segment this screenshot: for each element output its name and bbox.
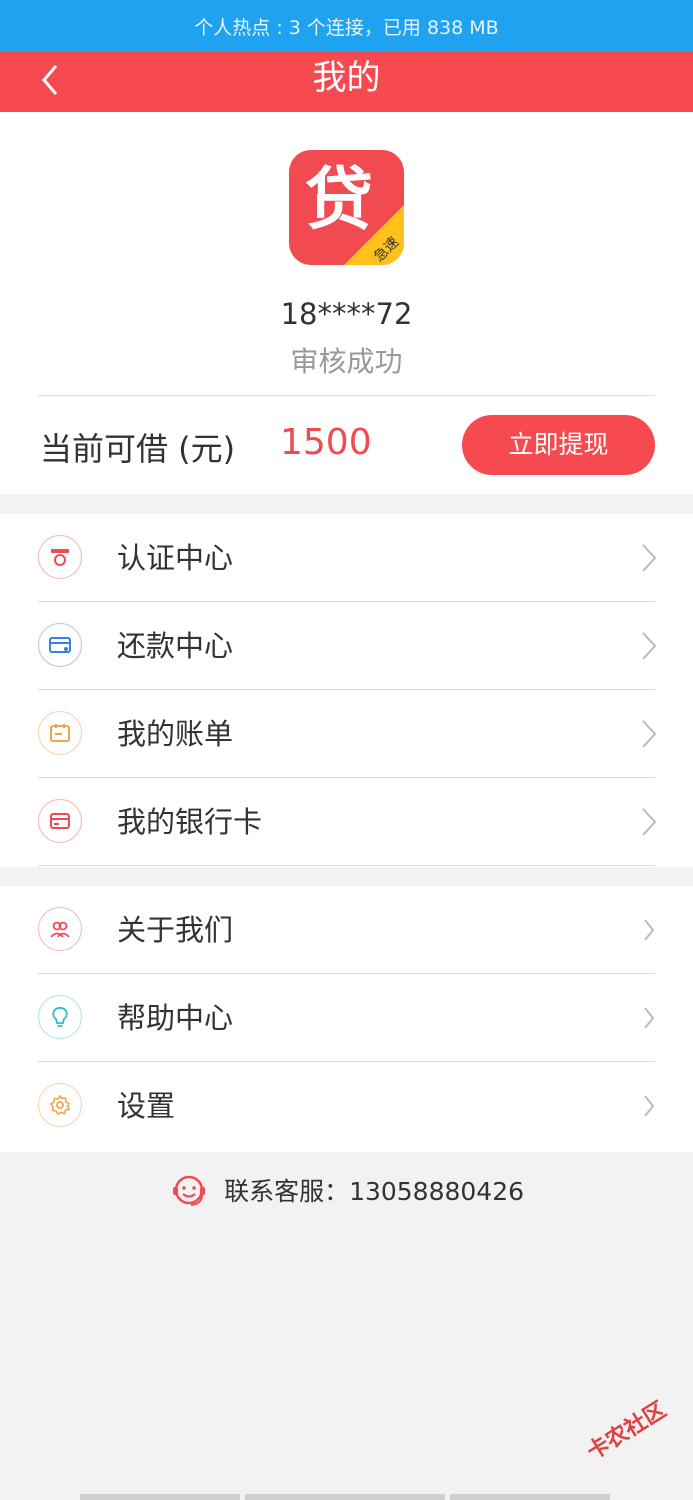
chevron-right-icon bbox=[642, 808, 657, 836]
chevron-right-icon bbox=[642, 632, 657, 660]
settings-icon bbox=[38, 1083, 82, 1127]
chevron-right-icon bbox=[642, 544, 657, 572]
chevron-right-icon bbox=[644, 919, 655, 941]
review-status: 审核成功 bbox=[290, 345, 403, 378]
top-nav-bar: 我的 bbox=[0, 52, 693, 112]
user-phone: 18****72 bbox=[280, 297, 413, 331]
app-logo: 贷 急速 bbox=[289, 150, 404, 265]
menu-group-account: 认证中心 还款中心 我的账单 我的银行卡 bbox=[0, 514, 693, 867]
contact-service[interactable]: 联系客服：13058880426 bbox=[0, 1170, 693, 1216]
certification-icon bbox=[38, 535, 82, 579]
borrow-limit-amount: 1500 bbox=[280, 422, 372, 463]
menu-item-bill[interactable]: 我的账单 bbox=[0, 690, 693, 778]
menu-item-settings[interactable]: 设置 bbox=[0, 1062, 693, 1150]
menu-item-certification[interactable]: 认证中心 bbox=[0, 514, 693, 602]
chevron-right-icon bbox=[642, 720, 657, 748]
borrow-limit-label: 当前可借 (元) bbox=[40, 430, 236, 468]
page-title: 我的 bbox=[312, 58, 381, 98]
menu-item-label: 关于我们 bbox=[117, 913, 234, 947]
repayment-icon bbox=[38, 623, 82, 667]
menu-item-about-us[interactable]: 关于我们 bbox=[0, 886, 693, 974]
bottom-strip bbox=[450, 1494, 610, 1500]
menu-item-label: 还款中心 bbox=[117, 629, 234, 663]
watermark: 卡农社区 bbox=[580, 1386, 693, 1490]
menu-item-help[interactable]: 帮助中心 bbox=[0, 974, 693, 1062]
bank-card-icon bbox=[38, 799, 82, 843]
menu-item-label: 我的账单 bbox=[117, 717, 234, 751]
contact-text: 联系客服：13058880426 bbox=[224, 1177, 525, 1206]
menu-item-repayment[interactable]: 还款中心 bbox=[0, 602, 693, 690]
divider bbox=[38, 395, 655, 396]
chevron-right-icon bbox=[644, 1095, 655, 1117]
bottom-strip bbox=[245, 1494, 445, 1500]
menu-group-general: 关于我们 帮助中心 设置 bbox=[0, 886, 693, 1152]
hotspot-status-bar: 个人热点 : 3 个连接，已用 838 MB bbox=[0, 0, 693, 52]
customer-service-icon bbox=[172, 1175, 205, 1206]
hotspot-status-text: 个人热点 : 3 个连接，已用 838 MB bbox=[194, 17, 499, 39]
menu-item-label: 帮助中心 bbox=[117, 1001, 234, 1035]
about-us-icon bbox=[38, 907, 82, 951]
menu-item-label: 设置 bbox=[117, 1089, 176, 1123]
menu-item-label: 认证中心 bbox=[117, 541, 234, 575]
withdraw-button[interactable]: 立即提现 bbox=[462, 415, 655, 475]
menu-item-label: 我的银行卡 bbox=[117, 805, 263, 839]
help-icon bbox=[38, 995, 82, 1039]
bottom-strip bbox=[80, 1494, 240, 1500]
menu-item-bank-card[interactable]: 我的银行卡 bbox=[0, 778, 693, 866]
chevron-right-icon bbox=[644, 1007, 655, 1029]
bill-icon bbox=[38, 711, 82, 755]
profile-card: 贷 急速 18****72 审核成功 当前可借 (元) 1500 立即提现 bbox=[0, 112, 693, 494]
watermark-text: 卡农社区 bbox=[582, 1397, 671, 1466]
divider bbox=[38, 865, 655, 866]
